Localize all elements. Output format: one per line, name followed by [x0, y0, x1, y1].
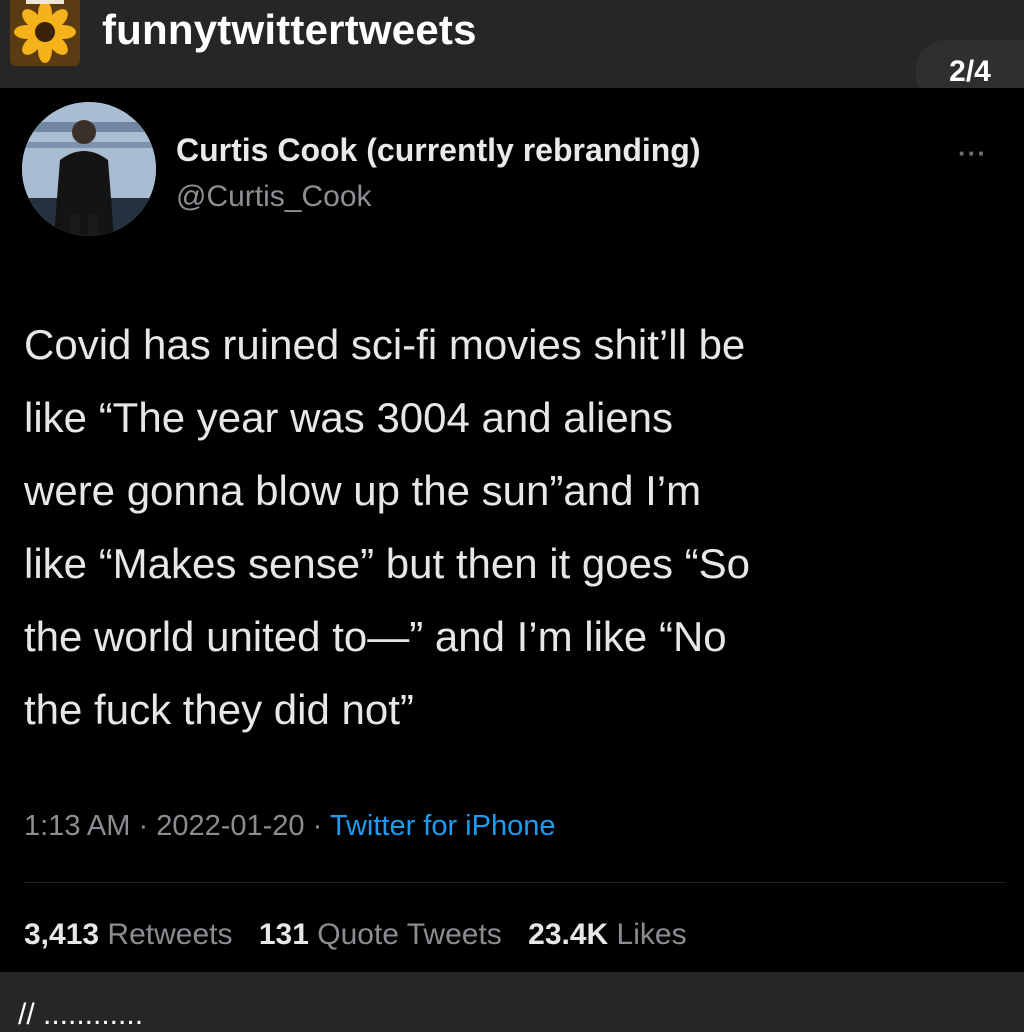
tweet-author-avatar [22, 102, 156, 236]
retweets-count[interactable]: 3,413 [24, 918, 99, 951]
author-photo-icon [22, 102, 156, 236]
tweet-line: the fuck they did not” [24, 686, 414, 733]
tweet-line: the world united to—” and I’m like “No [24, 613, 727, 660]
tweet-line: like “Makes sense” but then it goes “So [24, 540, 751, 587]
tweet-time: 1:13 AM [24, 810, 131, 842]
tweet-author-handle[interactable]: @Curtis_Cook [176, 180, 372, 214]
likes-count[interactable]: 23.4K [528, 918, 608, 951]
account-username[interactable]: funnytwittertweets [102, 6, 477, 54]
tweet-stats: 3,413 Retweets 131 Quote Tweets 23.4K Li… [24, 918, 687, 952]
meta-separator: · [138, 810, 149, 842]
tweet-line: were gonna blow up the sun”and I’m [24, 467, 702, 514]
meta-separator: · [312, 810, 323, 842]
tweet-metadata: 1:13 AM · 2022-01-20 · Twitter for iPhon… [24, 810, 555, 843]
ellipsis-icon[interactable]: ··· [958, 138, 987, 169]
quote-tweets-count[interactable]: 131 [259, 918, 309, 951]
tweet-line: like “The year was 3004 and aliens [24, 394, 674, 441]
retweets-label[interactable]: Retweets [107, 918, 232, 951]
profile-avatar[interactable] [10, 0, 80, 66]
sunflower-icon [10, 0, 80, 66]
likes-label[interactable]: Likes [617, 918, 687, 951]
quote-tweets-label[interactable]: Quote Tweets [317, 918, 502, 951]
tweet-date: 2022-01-20 [156, 810, 305, 842]
tweet-body: Covid has ruined sci-fi movies shit’ll b… [24, 308, 1014, 746]
tweet-screenshot: Curtis Cook (currently rebranding) @Curt… [0, 88, 1024, 972]
divider [24, 882, 1006, 883]
post-header: funnytwittertweets 2/4 [0, 0, 1024, 104]
tweet-source-link[interactable]: Twitter for iPhone [330, 810, 556, 842]
tweet-line: Covid has ruined sci-fi movies shit’ll b… [24, 321, 746, 368]
tweet-author-name[interactable]: Curtis Cook (currently rebranding) [176, 132, 701, 169]
post-caption: // ............ [18, 998, 144, 1031]
